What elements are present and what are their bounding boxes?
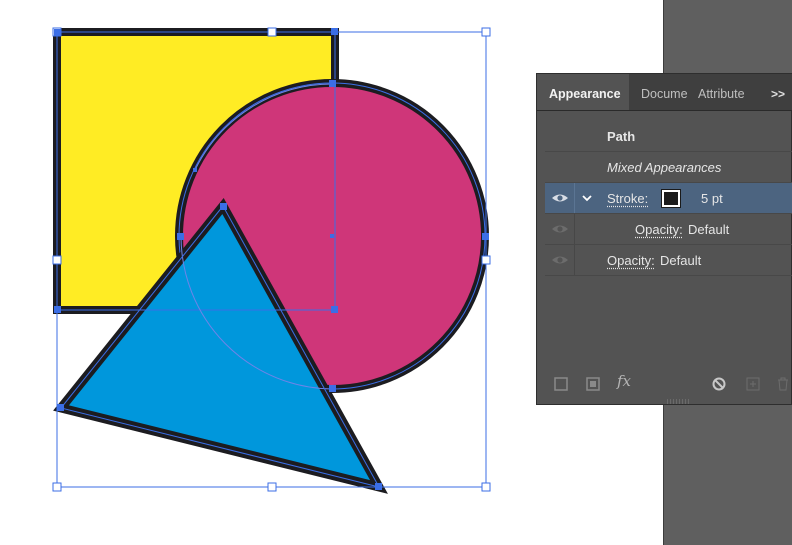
path-label: Path bbox=[607, 129, 636, 144]
handle-top-right[interactable] bbox=[481, 27, 491, 37]
clear-appearance-icon[interactable] bbox=[711, 376, 727, 392]
new-fill-icon[interactable] bbox=[585, 376, 601, 392]
opacity-label[interactable]: Opacity: bbox=[607, 245, 655, 276]
handle-middle-right[interactable] bbox=[481, 255, 491, 265]
eye-icon[interactable] bbox=[551, 254, 569, 266]
panel-footer-toolbar: fx bbox=[537, 370, 792, 398]
new-stroke-icon[interactable] bbox=[553, 376, 569, 392]
stroke-row[interactable]: Stroke: 5 pt bbox=[545, 183, 792, 214]
mixed-appearances-row[interactable]: Mixed Appearances bbox=[545, 152, 792, 183]
mixed-appearances-label: Mixed Appearances bbox=[607, 160, 722, 175]
anchor-circle-bottom[interactable] bbox=[329, 385, 336, 392]
anchor-triangle-top[interactable] bbox=[220, 203, 227, 210]
anchor-square-bottom-left[interactable] bbox=[54, 306, 61, 313]
tab-appearance[interactable]: Appearance bbox=[537, 74, 629, 110]
anchor-triangle-left[interactable] bbox=[57, 404, 64, 411]
anchor-circle-left[interactable] bbox=[177, 233, 184, 240]
stroke-color-swatch[interactable] bbox=[661, 189, 681, 208]
tab-attributes[interactable]: Attribute bbox=[698, 74, 748, 110]
stroke-row-gutter bbox=[545, 183, 575, 213]
handle-bottom-right[interactable] bbox=[481, 482, 491, 492]
anchor-square-top-left[interactable] bbox=[54, 29, 61, 36]
duplicate-item-icon[interactable] bbox=[745, 376, 761, 392]
stroke-opacity-gutter bbox=[545, 214, 575, 244]
circle-center-point bbox=[330, 234, 334, 238]
anchor-circle-top[interactable] bbox=[329, 80, 336, 87]
anchor-triangle-bottom[interactable] bbox=[375, 483, 382, 490]
stroke-opacity-label[interactable]: Opacity: bbox=[635, 214, 683, 245]
eye-icon[interactable] bbox=[551, 223, 569, 235]
direction-handle[interactable] bbox=[193, 168, 197, 172]
anchor-square-bottom-right[interactable] bbox=[331, 306, 338, 313]
eye-icon[interactable] bbox=[551, 192, 569, 204]
appearance-panel: Appearance Docume Attribute >> Path Mixe… bbox=[536, 73, 792, 405]
tab-document-info[interactable]: Docume bbox=[641, 74, 689, 110]
opacity-row[interactable]: Opacity: Default bbox=[545, 245, 792, 276]
stroke-label[interactable]: Stroke: bbox=[607, 183, 648, 214]
fx-icon[interactable]: fx bbox=[617, 372, 631, 390]
anchor-circle-right[interactable] bbox=[482, 233, 489, 240]
delete-item-icon[interactable] bbox=[775, 376, 791, 392]
handle-top-middle[interactable] bbox=[267, 27, 277, 37]
handle-bottom-middle[interactable] bbox=[267, 482, 277, 492]
path-row[interactable]: Path bbox=[545, 121, 792, 152]
chevron-down-icon[interactable] bbox=[581, 192, 593, 204]
opacity-gutter bbox=[545, 245, 575, 275]
stroke-weight-value[interactable]: 5 pt bbox=[701, 183, 723, 214]
opacity-value: Default bbox=[660, 253, 702, 268]
stroke-opacity-row[interactable]: Opacity: Default bbox=[545, 214, 792, 245]
handle-middle-left[interactable] bbox=[52, 255, 62, 265]
panel-tab-bar: Appearance Docume Attribute >> bbox=[537, 74, 792, 111]
handle-bottom-left[interactable] bbox=[52, 482, 62, 492]
stroke-opacity-value: Default bbox=[688, 222, 730, 237]
panel-resize-grip[interactable] bbox=[667, 399, 689, 404]
panel-more-tabs-button[interactable]: >> bbox=[771, 74, 785, 110]
anchor-square-top-right[interactable] bbox=[331, 28, 338, 35]
